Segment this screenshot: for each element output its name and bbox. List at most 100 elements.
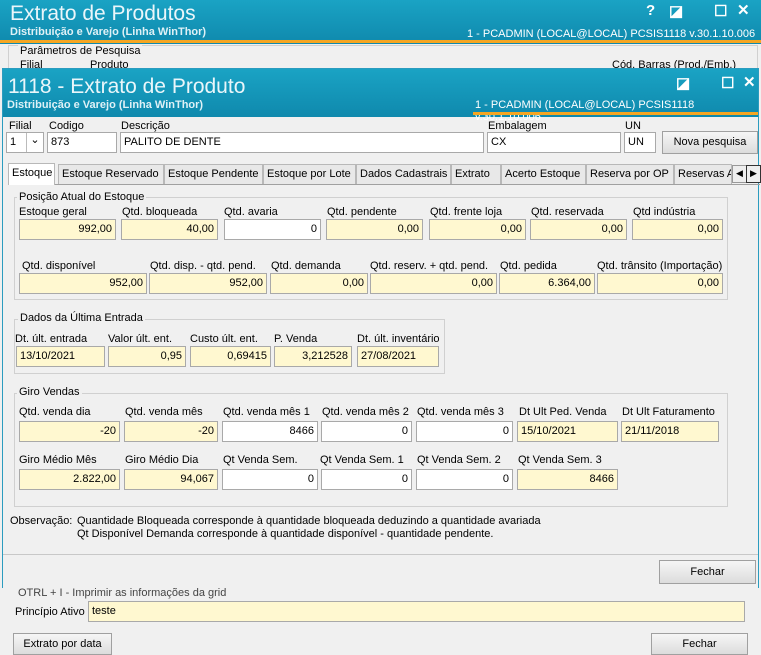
qtd-avaria-label: Qtd. avaria [224, 206, 278, 218]
tab-acerto-estoque[interactable]: Acerto Estoque [501, 164, 586, 184]
maximize-icon[interactable]: ☐ [714, 2, 727, 20]
dt-ult-ped-venda-label: Dt Ult Ped. Venda [519, 406, 607, 418]
descricao-input[interactable]: PALITO DE DENTE [120, 132, 484, 153]
dt-ult-inventario-label: Dt. últ. inventário [357, 333, 440, 345]
observacao-line-2: Qt Disponível Demanda corresponde à quan… [77, 528, 494, 540]
embalagem-input[interactable]: CX [487, 132, 621, 153]
restore-icon[interactable]: ◪ [669, 2, 683, 20]
window-title: 1118 - Extrato de Produto [8, 75, 246, 98]
dt-ult-ped-venda-value: 15/10/2021 [517, 421, 618, 442]
qtd-reservada-value: 0,00 [530, 219, 627, 240]
tab-scroll-right-icon[interactable]: ▶ [746, 165, 761, 183]
qtd-venda-mes-label: Qtd. venda mês [125, 406, 203, 418]
fechar-button[interactable]: Fechar [659, 560, 756, 584]
giro-medio-mes-value: 2.822,00 [19, 469, 120, 490]
window-title-bar: 1118 - Extrato de Produto Distribuição e… [3, 69, 758, 123]
qtd-avaria-value: 0 [224, 219, 321, 240]
qtd-transito-label: Qtd. trânsito (Importação) [597, 260, 723, 272]
qtd-pedida-label: Qtd. pedida [500, 260, 557, 272]
background-fechar-button[interactable]: Fechar [651, 633, 748, 655]
valor-ult-ent-label: Valor últ. ent. [108, 333, 172, 345]
qtd-demanda-value: 0,00 [270, 273, 368, 294]
nova-pesquisa-button[interactable]: Nova pesquisa [662, 131, 758, 154]
codigo-label: Codigo [49, 120, 84, 132]
qtd-frente-loja-value: 0,00 [429, 219, 526, 240]
filial-label: Filial [9, 120, 32, 132]
qtd-disp-pend-label: Qtd. disp. - qtd. pend. [150, 260, 256, 272]
tab-bar: Estoque Estoque Reservado Estoque Penden… [8, 163, 761, 185]
qt-venda-sem-value: 0 [222, 469, 318, 490]
qtd-transito-value: 0,00 [597, 273, 723, 294]
posicao-estoque-title: Posição Atual do Estoque [17, 191, 147, 203]
qtd-industria-label: Qtd indústria [633, 206, 696, 218]
background-title-bar: Extrato de Produtos Distribuição e Varej… [0, 0, 761, 44]
estoque-geral-value: 992,00 [19, 219, 116, 240]
extrato-produto-window: 1118 - Extrato de Produto Distribuição e… [2, 68, 761, 588]
observacao-line-1: Quantidade Bloqueada corresponde à quant… [77, 515, 541, 527]
filial-select[interactable]: 1 ⌄ [6, 132, 44, 153]
qtd-bloqueada-label: Qtd. bloqueada [122, 206, 198, 218]
embalagem-label: Embalagem [488, 120, 547, 132]
dt-ult-inventario-value: 27/08/2021 [357, 346, 439, 367]
custo-ult-ent-value: 0,69415 [190, 346, 271, 367]
giro-medio-dia-value: 94,067 [124, 469, 218, 490]
qtd-industria-value: 0,00 [632, 219, 723, 240]
window-accent-line [473, 112, 758, 115]
extrato-por-data-button[interactable]: Extrato por data [13, 633, 112, 655]
tab-estoque-pendente[interactable]: Estoque Pendente [164, 164, 263, 184]
tab-estoque-por-lote[interactable]: Estoque por Lote [263, 164, 356, 184]
footer-bar [3, 554, 758, 588]
tab-estoque-reservado[interactable]: Estoque Reservado [58, 164, 164, 184]
qtd-reservada-label: Qtd. reservada [531, 206, 604, 218]
qtd-reserv-pend-value: 0,00 [370, 273, 497, 294]
qtd-pendente-value: 0,00 [326, 219, 423, 240]
qtd-disponivel-label: Qtd. disponível [22, 260, 96, 272]
chevron-down-icon[interactable]: ⌄ [26, 133, 43, 152]
tab-estoque[interactable]: Estoque [8, 163, 55, 185]
tab-dados-cadastrais[interactable]: Dados Cadastrais [356, 164, 451, 184]
qt-venda-sem2-value: 0 [416, 469, 513, 490]
tab-reservas[interactable]: Reservas A [674, 164, 732, 184]
qt-venda-sem1-value: 0 [321, 469, 412, 490]
maximize-icon[interactable]: ☐ [721, 74, 734, 92]
qtd-pendente-label: Qtd. pendente [327, 206, 397, 218]
qtd-demanda-label: Qtd. demanda [271, 260, 341, 272]
qtd-frente-loja-label: Qtd. frente loja [430, 206, 503, 218]
tab-extrato[interactable]: Extrato [451, 164, 501, 184]
qtd-venda-mes2-label: Qtd. venda mês 2 [322, 406, 409, 418]
p-venda-label: P. Venda [274, 333, 318, 345]
background-window-subtitle: Distribuição e Varejo (Linha WinThor) [10, 26, 207, 38]
custo-ult-ent-label: Custo últ. ent. [190, 333, 258, 345]
un-input[interactable]: UN [624, 132, 656, 153]
estoque-geral-label: Estoque geral [19, 206, 87, 218]
qtd-bloqueada-value: 40,00 [121, 219, 218, 240]
observacao-label: Observação: [10, 515, 73, 527]
background-grid-hint: OTRL + I - Imprimir as informações da gr… [18, 587, 227, 599]
qtd-disponivel-value: 952,00 [19, 273, 147, 294]
giro-medio-dia-label: Giro Médio Dia [125, 454, 199, 466]
restore-icon[interactable]: ◪ [676, 74, 690, 92]
tab-reserva-por-op[interactable]: Reserva por OP [586, 164, 674, 184]
principio-ativo-input[interactable]: teste [88, 601, 745, 622]
qt-venda-sem1-label: Qt Venda Sem. 1 [320, 454, 404, 466]
qtd-venda-mes3-value: 0 [416, 421, 513, 442]
qtd-venda-mes1-value: 8466 [222, 421, 318, 442]
qtd-pedida-value: 6.364,00 [499, 273, 595, 294]
close-icon[interactable]: ✕ [743, 73, 756, 91]
dt-ult-entrada-label: Dt. últ. entrada [15, 333, 88, 345]
un-label: UN [625, 120, 641, 132]
codigo-input[interactable]: 873 [47, 132, 117, 153]
qtd-venda-mes-value: -20 [124, 421, 218, 442]
qtd-venda-mes2-value: 0 [321, 421, 412, 442]
help-icon[interactable]: ? [646, 2, 655, 19]
background-accent-line [0, 40, 761, 43]
dt-ult-faturamento-label: Dt Ult Faturamento [622, 406, 715, 418]
qt-venda-sem-label: Qt Venda Sem. [223, 454, 298, 466]
p-venda-value: 3,212528 [274, 346, 352, 367]
window-subtitle: Distribuição e Varejo (Linha WinThor) [7, 99, 204, 111]
qt-venda-sem3-label: Qt Venda Sem. 3 [518, 454, 602, 466]
dt-ult-entrada-value: 13/10/2021 [16, 346, 105, 367]
close-icon[interactable]: ✕ [737, 1, 750, 19]
qtd-reserv-pend-label: Qtd. reserv. + qtd. pend. [370, 260, 489, 272]
tab-scroll-left-icon[interactable]: ◀ [732, 165, 747, 183]
